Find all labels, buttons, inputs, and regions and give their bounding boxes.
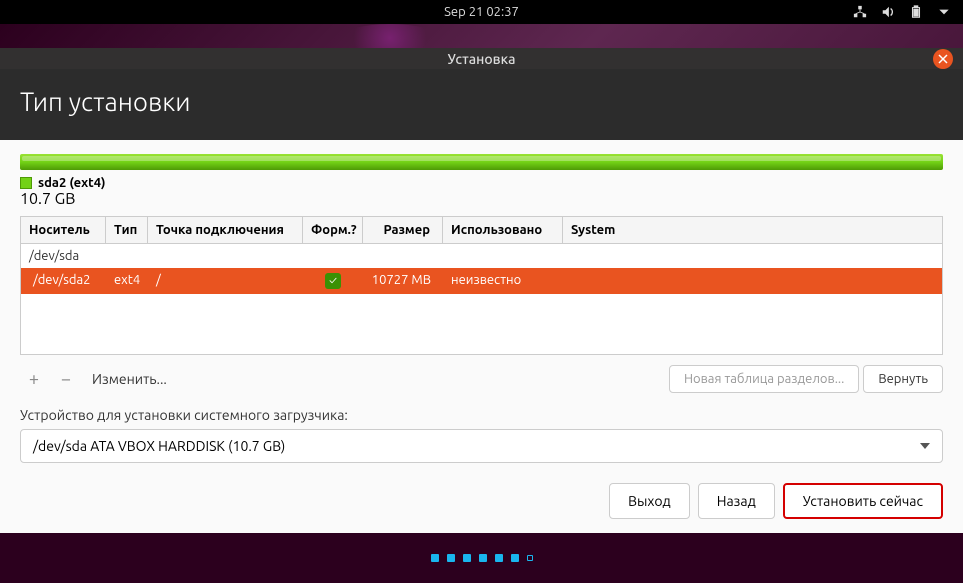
step-dot	[463, 554, 471, 562]
content-area: sda2 (ext4) 10.7 GB Носитель Тип Точка п…	[0, 140, 963, 533]
navigation-buttons: Выход Назад Установить сейчас	[20, 483, 943, 519]
chevron-down-icon	[937, 5, 951, 19]
cell-type: ext4	[106, 268, 148, 294]
bootloader-value: /dev/sda ATA VBOX HARDDISK (10.7 GB)	[33, 438, 285, 454]
step-dot	[495, 554, 503, 562]
cell-device: /dev/sda	[21, 244, 106, 268]
partition-size: 10.7 GB	[20, 190, 75, 208]
back-button[interactable]: Назад	[698, 483, 775, 519]
step-dot	[447, 554, 455, 562]
battery-icon	[909, 5, 923, 19]
page-header: Тип установки	[0, 69, 963, 140]
cell-size: 10727 MB	[363, 268, 443, 294]
partition-toolbar: + − Изменить... Новая таблица разделов..…	[20, 365, 943, 393]
header-size[interactable]: Размер	[363, 217, 443, 243]
system-topbar: Sep 21 02:37	[0, 0, 963, 24]
header-device[interactable]: Носитель	[21, 217, 106, 243]
step-dot	[511, 554, 519, 562]
remove-partition-button[interactable]: −	[52, 365, 80, 393]
cell-used: неизвестно	[443, 268, 563, 294]
close-icon	[938, 54, 948, 64]
partition-name: sda2 (ext4)	[38, 176, 106, 190]
page-title: Тип установки	[20, 87, 943, 116]
table-empty-area[interactable]	[21, 294, 942, 354]
check-icon: ✓	[325, 273, 341, 289]
step-dot	[479, 554, 487, 562]
bootloader-label: Устройство для установки системного загр…	[20, 407, 943, 423]
partition-bar[interactable]	[20, 154, 943, 170]
window-title: Установка	[448, 51, 516, 67]
partition-legend: sda2 (ext4) 10.7 GB	[20, 170, 943, 208]
system-tray[interactable]	[853, 5, 951, 19]
quit-button[interactable]: Выход	[609, 483, 690, 519]
cell-device: /dev/sda2	[21, 268, 106, 294]
step-dot	[527, 555, 533, 561]
window-titlebar[interactable]: Установка	[0, 48, 963, 69]
header-mount[interactable]: Точка подключения	[148, 217, 303, 243]
chevron-down-icon	[920, 443, 930, 449]
partition-table: Носитель Тип Точка подключения Форм.? Ра…	[20, 216, 943, 355]
cell-mount: /	[148, 268, 303, 294]
new-partition-table-button[interactable]: Новая таблица разделов...	[669, 365, 859, 393]
change-partition-button[interactable]: Изменить...	[84, 367, 175, 391]
progress-dots	[0, 533, 963, 583]
cell-format: ✓	[303, 268, 363, 294]
add-partition-button[interactable]: +	[20, 365, 48, 393]
header-format[interactable]: Форм.?	[303, 217, 363, 243]
partition-color-swatch	[20, 177, 32, 189]
revert-button[interactable]: Вернуть	[863, 365, 943, 393]
table-row[interactable]: /dev/sda	[21, 244, 942, 268]
step-dot	[431, 554, 439, 562]
cell-system	[563, 268, 942, 294]
installer-window: Установка Тип установки sda2 (ext4) 10.7…	[0, 48, 963, 533]
bootloader-select[interactable]: /dev/sda ATA VBOX HARDDISK (10.7 GB)	[20, 429, 943, 463]
close-button[interactable]	[933, 49, 953, 69]
table-header: Носитель Тип Точка подключения Форм.? Ра…	[21, 217, 942, 244]
network-icon	[853, 5, 867, 19]
clock: Sep 21 02:37	[444, 5, 519, 19]
install-now-button[interactable]: Установить сейчас	[783, 483, 943, 519]
table-row[interactable]: /dev/sda2 ext4 / ✓ 10727 MB неизвестно	[21, 268, 942, 294]
header-system[interactable]: System	[563, 217, 942, 243]
volume-icon	[881, 5, 895, 19]
header-type[interactable]: Тип	[106, 217, 148, 243]
header-used[interactable]: Использовано	[443, 217, 563, 243]
